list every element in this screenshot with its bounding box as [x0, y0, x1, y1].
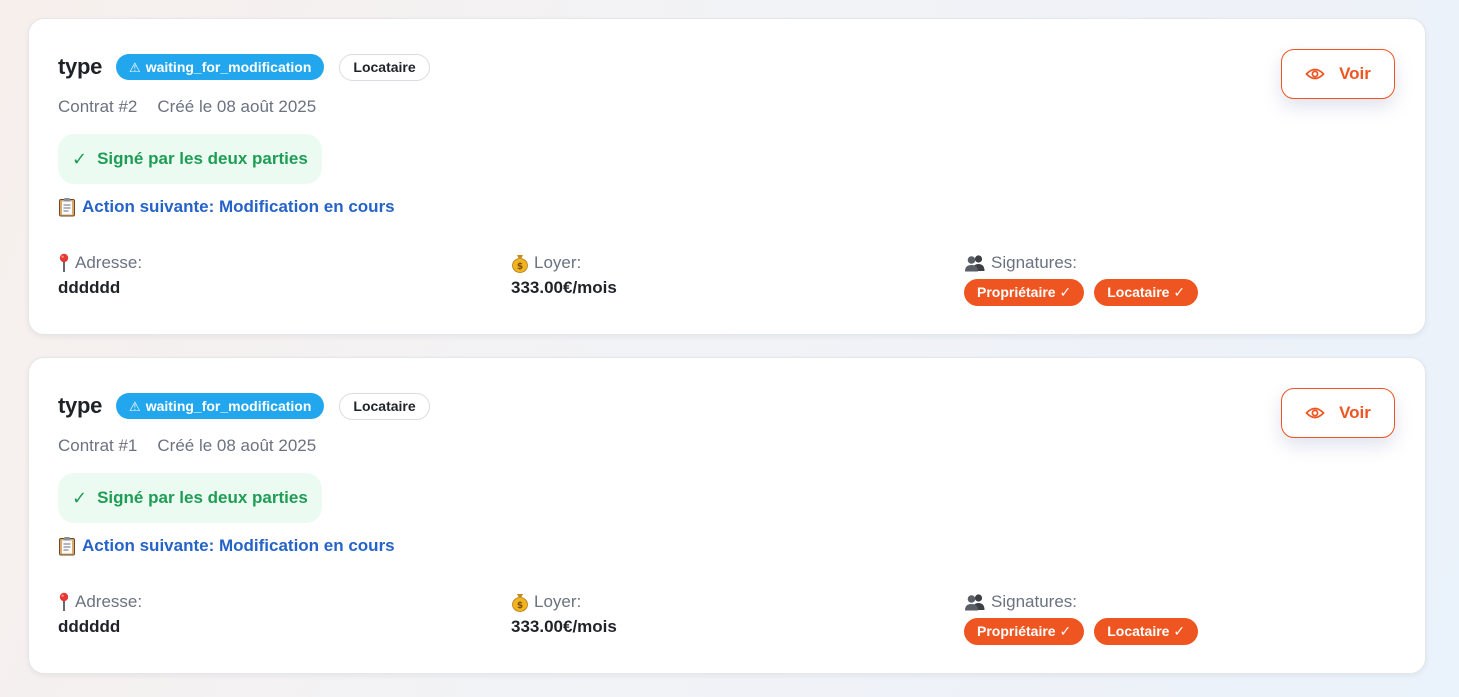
signature-badge-tenant: Locataire ✓: [1094, 618, 1199, 645]
contract-card: type ⚠ waiting_for_modification Locatair…: [28, 357, 1426, 674]
view-button[interactable]: Voir: [1281, 388, 1395, 438]
clipboard-icon: [58, 536, 76, 556]
contracts-list: type ⚠ waiting_for_modification Locatair…: [28, 18, 1426, 696]
signed-label: Signé par les deux parties: [97, 488, 308, 507]
address-value: dddddd: [58, 278, 121, 297]
address-section: Adresse: dddddd: [58, 252, 142, 298]
view-button[interactable]: Voir: [1281, 49, 1395, 99]
people-icon: [964, 254, 986, 272]
warning-icon: ⚠: [129, 398, 141, 414]
rent-value: 333.00€/mois: [511, 278, 617, 297]
address-label: Adresse:: [75, 253, 143, 272]
rent-section: $ Loyer: 333.00€/mois: [511, 591, 617, 637]
signed-status: ✓ Signé par les deux parties: [58, 134, 322, 184]
people-icon: [964, 593, 986, 611]
address-value: dddddd: [58, 617, 121, 636]
signed-status: ✓ Signé par les deux parties: [58, 473, 322, 523]
signature-badge-owner: Propriétaire ✓: [964, 618, 1085, 645]
contract-number: Contrat #1: [58, 436, 138, 455]
contract-card: type ⚠ waiting_for_modification Locatair…: [28, 18, 1426, 335]
signature-badges: Propriétaire ✓ Locataire ✓: [964, 618, 1199, 645]
next-action-label: Action suivante: Modification en cours: [82, 536, 395, 555]
address-label: Adresse:: [75, 592, 143, 611]
clipboard-icon: [58, 197, 76, 217]
contract-number: Contrat #2: [58, 97, 138, 116]
card-header: type ⚠ waiting_for_modification Locatair…: [58, 392, 430, 420]
status-label: waiting_for_modification: [145, 398, 312, 414]
pin-icon: [58, 592, 70, 612]
contract-title: type: [58, 393, 103, 418]
view-button-label: Voir: [1339, 64, 1371, 83]
next-action: Action suivante: Modification en cours: [58, 197, 395, 217]
signature-badge-owner: Propriétaire ✓: [964, 279, 1085, 306]
contract-title: type: [58, 54, 103, 79]
svg-text:$: $: [517, 262, 523, 272]
rent-label: Loyer:: [534, 592, 582, 611]
signatures-label: Signatures:: [991, 592, 1077, 611]
rent-value: 333.00€/mois: [511, 617, 617, 636]
next-action-label: Action suivante: Modification en cours: [82, 197, 395, 216]
pin-icon: [58, 253, 70, 273]
check-icon: ✓: [72, 148, 88, 169]
address-section: Adresse: dddddd: [58, 591, 142, 637]
status-label: waiting_for_modification: [145, 59, 312, 75]
rent-label: Loyer:: [534, 253, 582, 272]
svg-text:$: $: [517, 601, 523, 611]
role-badge: Locataire: [339, 53, 430, 81]
created-date: Créé le 08 août 2025: [157, 436, 317, 455]
check-icon: ✓: [72, 487, 88, 508]
signatures-section: Signatures: Propriétaire ✓ Locataire ✓: [964, 591, 1199, 645]
signature-badge-tenant: Locataire ✓: [1094, 279, 1199, 306]
rent-section: $ Loyer: 333.00€/mois: [511, 252, 617, 298]
signatures-label: Signatures:: [991, 253, 1077, 272]
contract-meta: Contrat #1 Créé le 08 août 2025: [58, 436, 316, 456]
money-bag-icon: $: [511, 592, 529, 612]
status-badge: ⚠ waiting_for_modification: [116, 393, 325, 419]
next-action: Action suivante: Modification en cours: [58, 536, 395, 556]
money-bag-icon: $: [511, 253, 529, 273]
status-badge: ⚠ waiting_for_modification: [116, 54, 325, 80]
card-header: type ⚠ waiting_for_modification Locatair…: [58, 53, 430, 81]
signed-label: Signé par les deux parties: [97, 149, 308, 168]
role-badge: Locataire: [339, 392, 430, 420]
warning-icon: ⚠: [129, 59, 141, 75]
eye-icon: [1305, 406, 1325, 420]
view-button-label: Voir: [1339, 403, 1371, 422]
created-date: Créé le 08 août 2025: [157, 97, 317, 116]
signature-badges: Propriétaire ✓ Locataire ✓: [964, 279, 1199, 306]
signatures-section: Signatures: Propriétaire ✓ Locataire ✓: [964, 252, 1199, 306]
contract-meta: Contrat #2 Créé le 08 août 2025: [58, 97, 316, 117]
eye-icon: [1305, 67, 1325, 81]
